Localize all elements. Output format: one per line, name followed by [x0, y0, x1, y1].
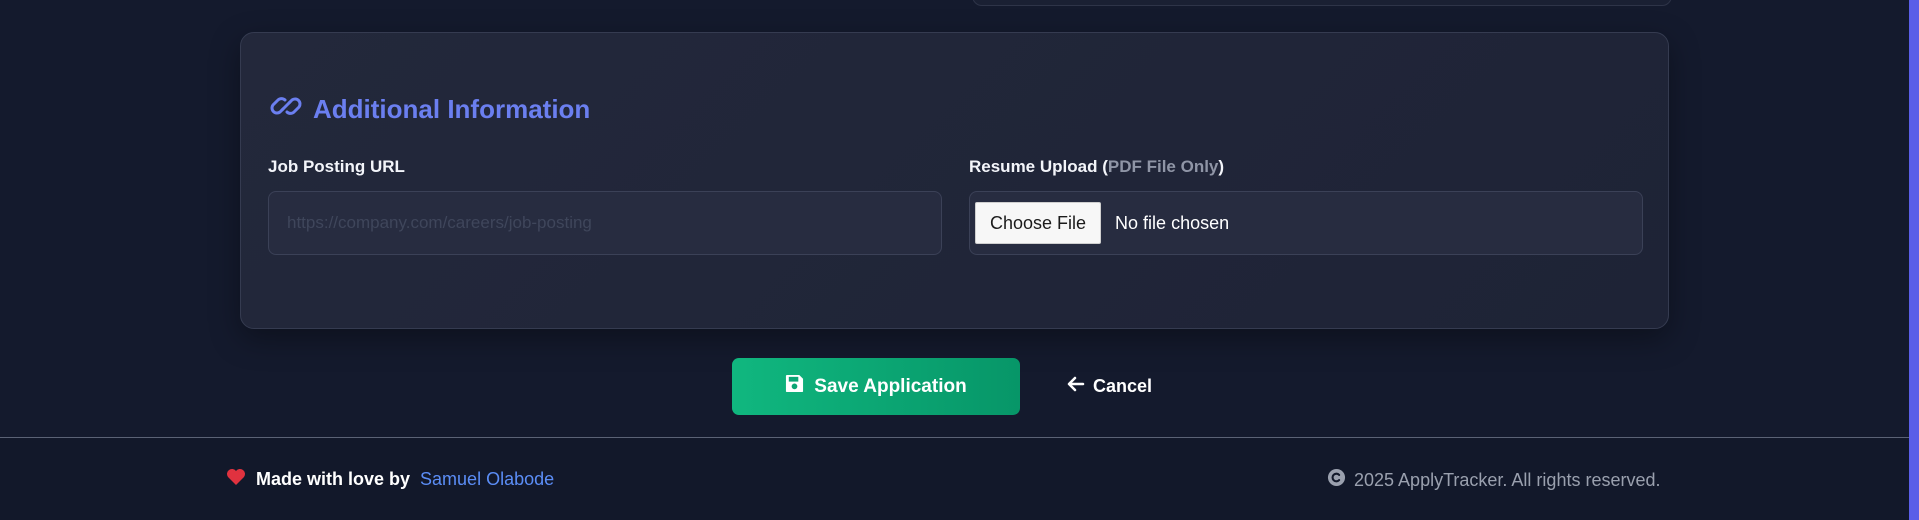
resume-upload-label: Resume Upload (PDF File Only)	[969, 157, 1224, 177]
section-title: Additional Information	[269, 93, 590, 126]
scrollbar[interactable]	[1909, 0, 1919, 520]
floppy-disk-icon	[785, 374, 804, 399]
copyright-icon	[1327, 468, 1346, 492]
page: Additional Information Job Posting URL R…	[0, 0, 1919, 520]
file-status-text: No file chosen	[1115, 212, 1230, 233]
resume-label-end: )	[1218, 157, 1225, 176]
cancel-button-label: Cancel	[1093, 375, 1153, 396]
resume-label-text: Resume Upload (	[969, 157, 1108, 176]
made-with-text: Made with love by	[256, 469, 411, 489]
section-title-text: Additional Information	[313, 94, 591, 124]
additional-info-card: Additional Information Job Posting URL R…	[240, 32, 1669, 329]
choose-file-button[interactable]: Choose File	[975, 202, 1102, 244]
author-link[interactable]: Samuel Olabode	[420, 469, 554, 490]
footer-copyright: 2025 ApplyTracker. All rights reserved.	[1327, 468, 1660, 492]
resume-file-input[interactable]: Choose File No file chosen	[969, 191, 1643, 255]
copyright-text: 2025 ApplyTracker. All rights reserved.	[1354, 469, 1661, 490]
save-application-button[interactable]: Save Application	[732, 358, 1020, 415]
previous-card-edge	[972, 0, 1672, 6]
cancel-button[interactable]: Cancel	[1067, 370, 1152, 402]
job-url-input[interactable]	[268, 191, 942, 255]
link-icon	[269, 93, 303, 126]
job-url-label: Job Posting URL	[268, 157, 405, 176]
footer-credit: Made with love by Samuel Olabode	[226, 468, 554, 491]
arrow-left-icon	[1067, 376, 1085, 397]
footer: Made with love by Samuel Olabode 2025 Ap…	[0, 438, 1919, 520]
save-button-label: Save Application	[814, 375, 967, 397]
resume-label-hint: PDF File Only	[1107, 157, 1219, 176]
heart-icon	[226, 468, 246, 491]
